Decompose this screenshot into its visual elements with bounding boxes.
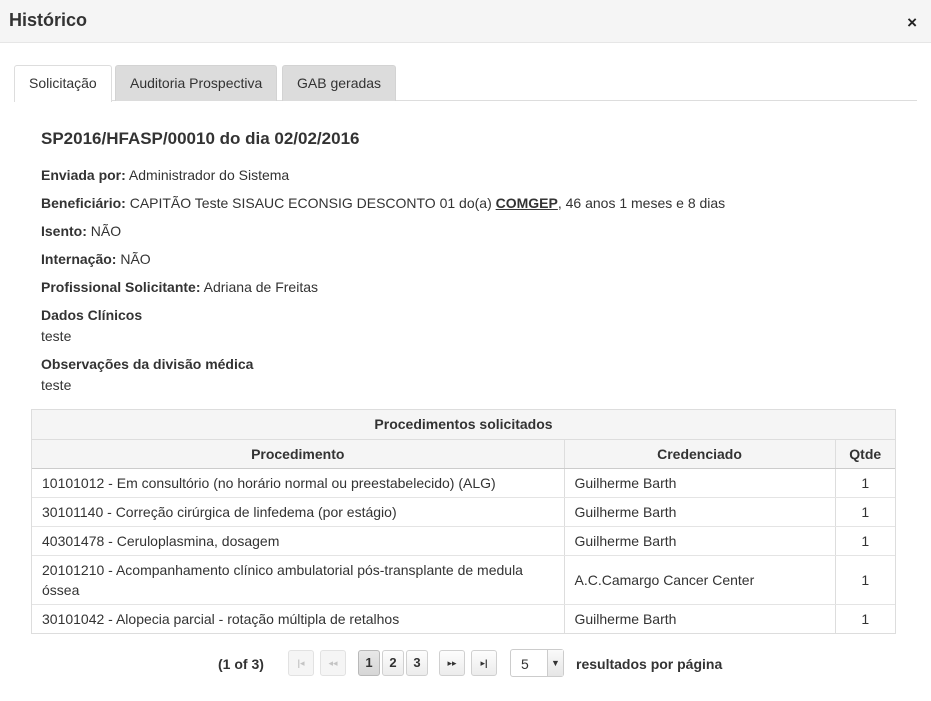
provider-cell: Guilherme Barth <box>564 604 836 633</box>
next-page-button[interactable]: ▸▸ <box>439 650 465 676</box>
provider-cell: A.C.Camargo Cancer Center <box>564 555 836 605</box>
provider-cell: Guilherme Barth <box>564 526 836 556</box>
procedure-cell: 10101012 - Em consultório (no horário no… <box>32 468 565 498</box>
hospitalization-label: Internação: <box>41 251 117 267</box>
procedure-cell: 20101210 - Acompanhamento clínico ambula… <box>32 555 565 605</box>
medical-notes-value: teste <box>41 377 72 393</box>
column-header-procedure[interactable]: Procedimento <box>32 440 565 469</box>
page-1-button[interactable]: 1 <box>358 650 380 676</box>
rows-per-page-label: resultados por página <box>576 656 723 672</box>
hospitalization-value: NÃO <box>120 251 151 267</box>
dialog-title: Histórico <box>9 10 88 30</box>
procedures-grid: Procedimento Credenciado Qtde 10101012 -… <box>32 440 895 633</box>
previous-page-button[interactable]: ◂◂ <box>320 650 346 676</box>
qty-cell: 1 <box>861 610 870 627</box>
table-row[interactable]: 30101140 - Correção cirúrgica de linfede… <box>32 497 895 527</box>
beneficiary-org-link[interactable]: COMGEP <box>496 195 558 211</box>
qty-cell: 1 <box>835 497 895 527</box>
requester-field: Profissional Solicitante: Adriana de Fre… <box>41 279 901 295</box>
tab-gab-geradas[interactable]: GAB geradas <box>282 65 397 101</box>
column-header-provider[interactable]: Credenciado <box>564 440 836 469</box>
page-3-button[interactable]: 3 <box>406 650 428 676</box>
exempt-field: Isento: NÃO <box>41 223 901 239</box>
paginator: (1 of 3) |◂ ◂◂ 1 2 3 ▸▸ ▸| 5 ▼ resultado… <box>0 648 931 680</box>
dialog-header: Histórico × <box>0 0 931 43</box>
qty-cell: 1 <box>835 555 895 605</box>
beneficiary-field: Beneficiário: CAPITÃO Teste SISAUC ECONS… <box>41 195 901 211</box>
request-details: SP2016/HFASP/00010 do dia 02/02/2016 Env… <box>41 128 901 405</box>
qty-cell: 1 <box>835 468 895 498</box>
requester-label: Profissional Solicitante: <box>41 279 201 295</box>
sent-by-value: Administrador do Sistema <box>128 167 290 183</box>
procedure-cell: 30101042 - Alopecia parcial - rotação mú… <box>32 604 565 633</box>
first-page-button[interactable]: |◂ <box>288 650 314 676</box>
hospitalization-field: Internação: NÃO <box>41 251 901 267</box>
qty-cell: 1 <box>835 526 895 556</box>
sent-by-field: Enviada por: Administrador do Sistema <box>41 167 901 183</box>
table-row[interactable]: 20101210 - Acompanhamento clínico ambula… <box>32 555 895 605</box>
procedures-table: Procedimentos solicitados Procedimento C… <box>31 409 896 634</box>
column-header-qty[interactable]: Qtde <box>835 440 895 469</box>
beneficiary-label: Beneficiário: <box>41 195 126 211</box>
medical-notes-label: Observações da divisão médica <box>41 356 254 372</box>
tab-solicitacao[interactable]: Solicitação <box>14 65 112 102</box>
table-row[interactable]: 30101042 - Alopecia parcial - rotação mú… <box>32 604 895 633</box>
clinical-data-label: Dados Clínicos <box>41 307 143 323</box>
provider-cell: Guilherme Barth <box>564 497 836 527</box>
close-icon[interactable]: × <box>907 13 917 33</box>
beneficiary-name: CAPITÃO Teste SISAUC ECONSIG DESCONTO 01… <box>129 195 492 211</box>
page-2-button[interactable]: 2 <box>382 650 404 676</box>
request-title: SP2016/HFASP/00010 do dia 02/02/2016 <box>41 129 360 148</box>
procedure-cell: 30101140 - Correção cirúrgica de linfede… <box>32 497 565 527</box>
requester-value: Adriana de Freitas <box>203 279 319 295</box>
exempt-value: NÃO <box>90 223 122 239</box>
table-row[interactable]: 10101012 - Em consultório (no horário no… <box>32 468 895 498</box>
procedure-cell: 40301478 - Ceruloplasmina, dosagem <box>32 526 565 556</box>
beneficiary-age: , 46 anos 1 meses e 8 dias <box>557 195 726 211</box>
last-page-button[interactable]: ▸| <box>471 650 497 676</box>
exempt-label: Isento: <box>41 223 87 239</box>
provider-cell: Guilherme Barth <box>564 468 836 498</box>
tab-bar: Solicitação Auditoria Prospectiva GAB ge… <box>14 65 917 102</box>
tab-auditoria-prospectiva[interactable]: Auditoria Prospectiva <box>115 65 278 101</box>
chevron-down-icon[interactable]: ▼ <box>547 650 563 676</box>
procedures-table-caption: Procedimentos solicitados <box>32 410 895 440</box>
rows-per-page-select[interactable]: 5 ▼ <box>510 649 564 677</box>
clinical-data-value: teste <box>41 328 72 344</box>
table-row[interactable]: 40301478 - Ceruloplasmina, dosagem Guilh… <box>32 526 895 556</box>
page-info: (1 of 3) <box>218 656 264 672</box>
sent-by-label: Enviada por: <box>41 167 126 183</box>
rows-per-page-value: 5 <box>521 656 529 672</box>
